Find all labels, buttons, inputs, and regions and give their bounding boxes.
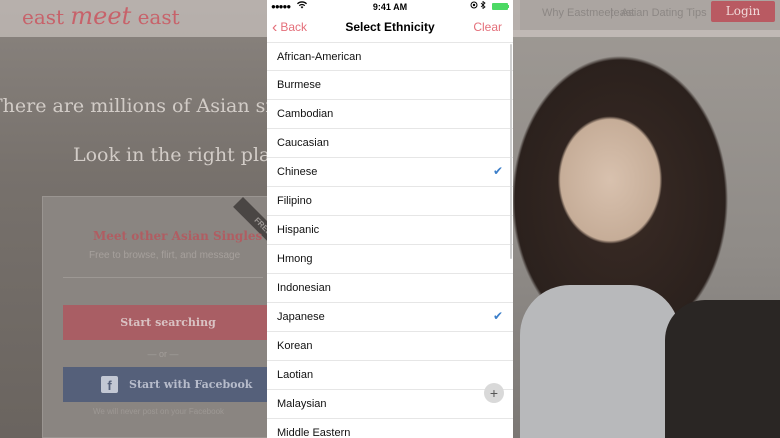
ethnicity-option[interactable]: Malaysian <box>267 390 513 419</box>
ethnicity-option[interactable]: Cambodian <box>267 100 513 129</box>
status-right <box>470 0 509 11</box>
signup-card: FREE Meet other Asian Singles Free to br… <box>42 196 282 438</box>
facebook-icon: f <box>101 376 118 393</box>
ethnicity-list: African-American Burmese Cambodian Caucasia… <box>267 42 513 438</box>
card-subtitle: Free to browse, flirt, and message <box>89 250 241 261</box>
nav-separator: | <box>610 7 613 19</box>
location-icon <box>470 1 478 9</box>
ethnicity-option[interactable]: African-American <box>267 42 513 71</box>
facebook-button-label: Start with Facebook <box>129 378 253 391</box>
or-divider: — or — <box>147 349 179 359</box>
logo-east-right: east <box>137 5 180 29</box>
ethnicity-option-label: Malaysian <box>277 398 327 410</box>
ethnicity-option[interactable]: Caucasian <box>267 129 513 158</box>
ethnicity-option[interactable]: Laotian <box>267 361 513 390</box>
nav-link-dating-tips[interactable]: Asian Dating Tips <box>621 7 707 19</box>
ethnicity-option[interactable]: Burmese <box>267 71 513 100</box>
ethnicity-option[interactable]: Indonesian <box>267 274 513 303</box>
clear-button[interactable]: Clear <box>473 20 502 34</box>
ethnicity-option-label: Cambodian <box>277 108 334 120</box>
ethnicity-option-label: Laotian <box>277 369 314 381</box>
checkmark-icon: ✔ <box>492 164 503 178</box>
ethnicity-option-label: Hispanic <box>277 224 320 236</box>
facebook-button[interactable]: f Start with Facebook <box>63 367 273 402</box>
ethnicity-option-label: Hmong <box>277 253 313 265</box>
ethnicity-option-label: Filipino <box>277 195 312 207</box>
card-title: Meet other Asian Singles <box>93 229 263 243</box>
logo-meet: meet <box>70 2 132 30</box>
ethnicity-picker-modal: ●●●●● 9:41 AM ‹ Back Select Ethnicity Cle… <box>267 0 513 438</box>
ethnicity-option[interactable]: Middle Eastern <box>267 419 513 438</box>
ethnicity-option[interactable]: Hispanic <box>267 216 513 245</box>
start-searching-button[interactable]: Start searching <box>63 305 273 340</box>
ethnicity-option[interactable]: Hmong <box>267 245 513 274</box>
scrollbar[interactable] <box>510 44 512 259</box>
ethnicity-option[interactable]: Chinese ✔ <box>267 158 513 187</box>
login-button[interactable]: Login <box>711 1 775 22</box>
ethnicity-option[interactable]: Korean <box>267 332 513 361</box>
hero-photo-coat <box>665 300 780 438</box>
battery-icon <box>492 3 508 11</box>
ethnicity-option-label: Caucasian <box>277 137 329 149</box>
card-footnote: We will never post on your Facebook <box>93 407 225 416</box>
ethnicity-option-label: Korean <box>277 340 313 352</box>
checkmark-icon: ✔ <box>492 309 503 323</box>
ethnicity-option-label: Indonesian <box>277 282 331 294</box>
status-bar: ●●●●● 9:41 AM <box>267 0 513 14</box>
hero-subheadline: Look in the right place. <box>73 144 299 166</box>
ethnicity-option-label: Chinese <box>277 166 318 178</box>
ethnicity-option[interactable]: Japanese ✔ <box>267 303 513 332</box>
ethnicity-option-label: Burmese <box>277 79 322 91</box>
site-logo[interactable]: east meet east <box>22 2 180 30</box>
hero-photo-scarf <box>520 285 680 438</box>
battery-tip <box>508 5 509 9</box>
card-divider <box>63 277 263 278</box>
ethnicity-option-label: Middle Eastern <box>277 427 351 438</box>
logo-east-left: east <box>22 5 65 29</box>
ethnicity-option-label: Japanese <box>277 311 325 323</box>
nav-bar: ‹ Back Select Ethnicity Clear <box>267 14 513 42</box>
bluetooth-icon <box>481 0 487 10</box>
add-button[interactable]: + <box>484 383 504 403</box>
ethnicity-option[interactable]: Filipino <box>267 187 513 216</box>
ethnicity-option-label: African-American <box>277 51 362 63</box>
